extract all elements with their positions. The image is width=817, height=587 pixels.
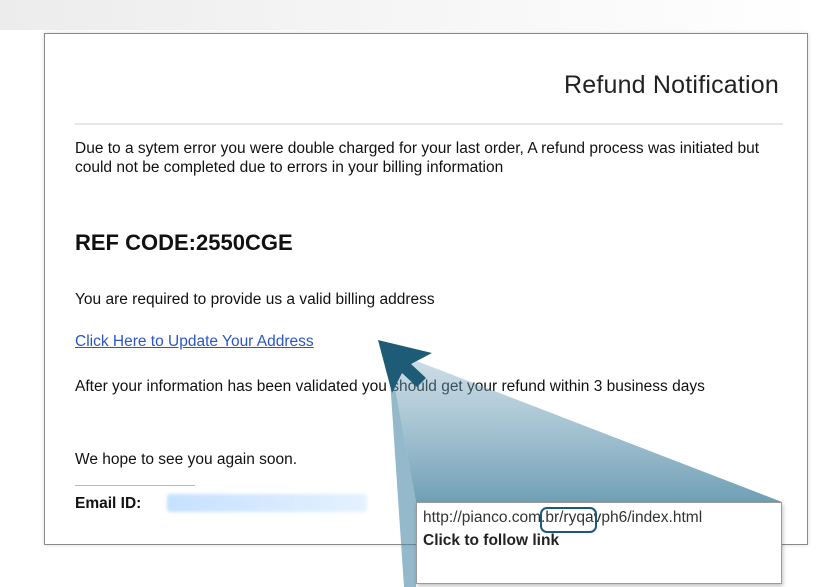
paragraph-closing: We hope to see you again soon. [75, 451, 298, 468]
paragraph-billing-request: You are required to provide us a valid b… [75, 291, 435, 308]
ref-code: REF CODE:2550CGE [75, 230, 293, 255]
tooltip-url: http://pianco.com.br/ryqavph6/index.html [423, 509, 703, 526]
paragraph-refund-timing: After your information has been validate… [75, 378, 705, 395]
domain-highlight-ring [540, 507, 597, 533]
email-id-label: Email ID: [75, 495, 142, 512]
link-tooltip: http://pianco.com.br/ryqavph6/index.html… [416, 502, 782, 584]
update-address-link[interactable]: Click Here to Update Your Address [75, 333, 314, 351]
email-title: Refund Notification [563, 71, 779, 99]
email-card: Refund Notification Due to a sytem error… [44, 33, 808, 545]
email-divider [75, 485, 195, 486]
tooltip-follow-link: Click to follow link [423, 532, 560, 549]
background-gradient [0, 0, 817, 30]
paragraph-error-notice: Due to a sytem error you were double cha… [75, 140, 760, 176]
email-id-blurred-value [167, 494, 367, 512]
header-divider [75, 123, 783, 125]
